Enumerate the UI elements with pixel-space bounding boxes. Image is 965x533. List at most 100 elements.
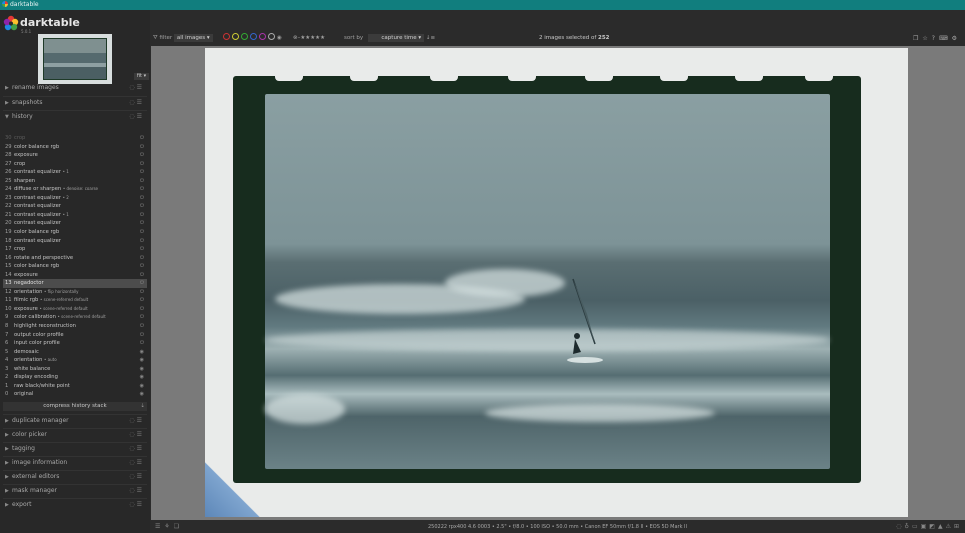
history-item[interactable]: 21 contrast equalizer • 1 ⏻ <box>3 211 147 220</box>
history-item-number: 5 <box>5 348 9 355</box>
history-item[interactable]: 0 original ◉ <box>3 390 147 399</box>
compress-history-button[interactable]: compress history stack ⇣ <box>3 402 147 411</box>
overlays-star-icon[interactable]: ☆ <box>922 35 931 42</box>
module-label: export <box>12 501 32 508</box>
history-item-number: 9 <box>5 314 9 321</box>
rating-stars[interactable]: ★★★★★ <box>300 35 325 41</box>
color-label-filter-dot[interactable] <box>223 33 230 40</box>
module-icons[interactable]: ◌☰ <box>129 457 144 469</box>
filter-icon[interactable]: ⛛ <box>153 35 158 41</box>
module-mask-manager[interactable]: ▶ mask manager ◌☰ <box>3 484 147 496</box>
module-tagging[interactable]: ▶ tagging ◌☰ <box>3 442 147 454</box>
module-icons[interactable]: ◌☰ <box>129 82 144 94</box>
guides-icon[interactable]: ⊞ <box>954 523 962 530</box>
module-duplicate-manager[interactable]: ▶ duplicate manager ◌☰ <box>3 414 147 426</box>
module-icons[interactable]: ◌☰ <box>129 443 144 455</box>
raw-overexposed-icon[interactable]: ▲ <box>938 523 946 530</box>
module-icons[interactable]: ◌☰ <box>129 97 144 109</box>
history-item[interactable]: 11 filmic rgb • scene-referred default ⏻ <box>3 296 147 305</box>
module-status-icon: ⏻ <box>140 203 144 210</box>
softproof-icon[interactable]: ▣ <box>921 523 930 530</box>
history-item[interactable]: 22 contrast equalizer ⏻ <box>3 202 147 211</box>
color-label-filter-dot[interactable] <box>268 33 275 40</box>
gamut-check-icon[interactable]: ◩ <box>929 523 938 530</box>
truncate-history-icon[interactable]: ⇣ <box>140 402 145 411</box>
module-label: rename images <box>12 84 59 91</box>
module-rename-images[interactable]: ▶ rename images ◌☰ <box>3 82 147 94</box>
zoom-value: fit <box>136 73 142 79</box>
history-item[interactable]: 20 contrast equalizer ⏻ <box>3 219 147 228</box>
history-item[interactable]: 9 color calibration • scene-referred defa… <box>3 313 147 322</box>
history-item[interactable]: 10 exposure • scene-referred default ⏻ <box>3 305 147 314</box>
color-assessment-icon[interactable]: ◌ <box>896 523 904 530</box>
bulb-icon[interactable]: ♁ <box>905 523 912 530</box>
navigation-thumbnail[interactable] <box>38 34 112 84</box>
preferences-gear-icon[interactable]: ⚙ <box>952 35 961 42</box>
history-item[interactable]: 14 exposure ⏻ <box>3 271 147 280</box>
color-label-filter-dot[interactable] <box>250 33 257 40</box>
zoom-select[interactable]: fit ▾ <box>134 73 149 80</box>
history-item[interactable]: 1 raw black/white point ◉ <box>3 382 147 391</box>
history-item[interactable]: 17 crop ⏻ <box>3 245 147 254</box>
module-history[interactable]: ▼ history ◌☰ <box>3 110 147 122</box>
clipping-warning-icon[interactable]: ⚠ <box>946 523 954 530</box>
module-icons[interactable]: ◌☰ <box>129 499 144 511</box>
history-item[interactable]: 19 color balance rgb ⏻ <box>3 228 147 237</box>
history-item-instance: • auto <box>44 357 57 363</box>
history-item[interactable]: 2 display encoding ◉ <box>3 373 147 382</box>
module-image-information[interactable]: ▶ image information ◌☰ <box>3 456 147 468</box>
color-label-filter-dot[interactable] <box>241 33 248 40</box>
history-item[interactable]: 28 exposure ⏻ <box>3 151 147 160</box>
history-item[interactable]: 6 input color profile ⏻ <box>3 339 147 348</box>
history-item[interactable]: 12 orientation • flip horizontally ⏻ <box>3 288 147 297</box>
history-item-number: 7 <box>5 331 9 338</box>
history-item[interactable]: 8 highlight reconstruction ⏻ <box>3 322 147 331</box>
shortcuts-icon[interactable]: ⌨ <box>939 35 952 42</box>
module-status-icon: ⏻ <box>140 288 144 295</box>
module-icons[interactable]: ◌☰ <box>129 111 144 123</box>
history-item[interactable]: 24 diffuse or sharpen • denoise: coarse ⏻ <box>3 185 147 194</box>
grouping-icon[interactable]: ❐ <box>913 35 922 42</box>
history-item[interactable]: 23 contrast equalizer • 2 ⏻ <box>3 194 147 203</box>
module-snapshots[interactable]: ▶ snapshots ◌☰ <box>3 96 147 108</box>
logo-version: 5.0.1 <box>21 29 32 34</box>
module-icons[interactable]: ◌☰ <box>129 485 144 497</box>
module-color-picker[interactable]: ▶ color picker ◌☰ <box>3 428 147 440</box>
focus-peaking-icon[interactable]: ▭ <box>912 523 921 530</box>
filter-select[interactable]: all images ▾ <box>173 34 213 42</box>
history-item[interactable]: 13 negadoctor ⏻ <box>3 279 147 288</box>
sort-order-icon[interactable]: ↓≡ <box>426 35 435 41</box>
color-label-filter-dot[interactable] <box>259 33 266 40</box>
history-item[interactable]: 4 orientation • auto ◉ <box>3 356 147 365</box>
history-item-number: 17 <box>5 246 12 253</box>
history-item[interactable]: 7 output color profile ⏻ <box>3 331 147 340</box>
module-status-icon: ⏻ <box>140 237 144 244</box>
color-label-filter-dot[interactable] <box>232 33 239 40</box>
history-item[interactable]: 5 demosaic ◉ <box>3 348 147 357</box>
module-icons[interactable]: ◌☰ <box>129 415 144 427</box>
rating-filter[interactable]: ⊗–★★★★★ <box>293 32 325 45</box>
history-item[interactable]: 27 crop ⏻ <box>3 160 147 169</box>
history-item[interactable]: 30 crop ⏻ <box>3 134 147 143</box>
module-export[interactable]: ▶ export ◌☰ <box>3 498 147 510</box>
image-preview[interactable] <box>205 48 908 517</box>
toolbar-right-icons: ❐☆?⌨⚙ <box>913 32 961 45</box>
module-external-editors[interactable]: ▶ external editors ◌☰ <box>3 470 147 482</box>
help-icon[interactable]: ? <box>932 35 939 42</box>
history-item-number: 11 <box>5 297 12 304</box>
history-item[interactable]: 16 rotate and perspective ⏻ <box>3 254 147 263</box>
history-item[interactable]: 29 color balance rgb ⏻ <box>3 143 147 152</box>
history-item[interactable]: 26 contrast equalizer • 1 ⏻ <box>3 168 147 177</box>
history-item[interactable]: 18 contrast equalizer ⏻ <box>3 237 147 246</box>
color-label-toggle-icon[interactable]: ◉ <box>277 35 282 41</box>
sort-select[interactable]: capture time ▾ <box>367 34 425 42</box>
history-item[interactable]: 15 color balance rgb ⏻ <box>3 262 147 271</box>
film-perforation <box>508 75 536 81</box>
module-label: snapshots <box>12 99 43 106</box>
selection-total: 252 <box>598 35 610 41</box>
history-item-label: contrast equalizer <box>14 237 61 244</box>
module-icons[interactable]: ◌☰ <box>129 471 144 483</box>
history-item[interactable]: 25 sharpen ⏻ <box>3 177 147 186</box>
history-item[interactable]: 3 white balance ◉ <box>3 365 147 374</box>
module-icons[interactable]: ◌☰ <box>129 429 144 441</box>
